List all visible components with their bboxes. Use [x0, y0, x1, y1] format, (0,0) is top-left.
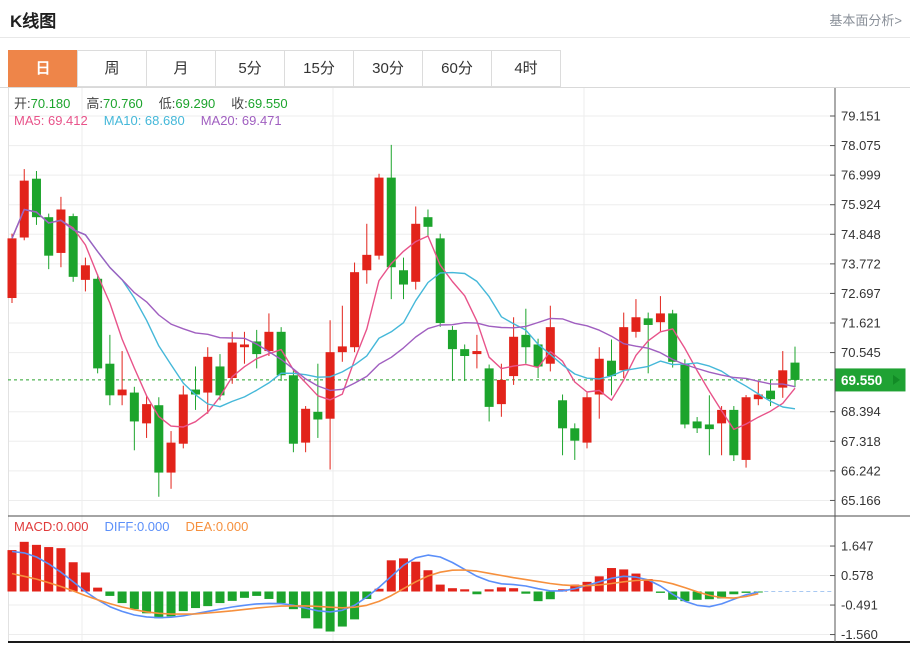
svg-text:1.647: 1.647	[841, 539, 874, 554]
page-title: K线图	[10, 7, 56, 32]
svg-text:-1.560: -1.560	[841, 627, 878, 642]
svg-text:73.772: 73.772	[841, 256, 881, 271]
svg-text:65.166: 65.166	[841, 493, 881, 508]
kline-chart-canvas[interactable]: 79.151 78.075 76.999 75.924 74.848 73.772 72.6…	[0, 88, 910, 646]
svg-text:78.075: 78.075	[841, 138, 881, 153]
ma20-line	[12, 210, 795, 391]
fundamental-analysis-link[interactable]: 基本面分析>	[829, 10, 902, 29]
tab-60min[interactable]: 60分	[422, 50, 492, 87]
svg-text:75.924: 75.924	[841, 197, 881, 212]
kline-widget: { "header": { "title": "K线图", "link": "基…	[0, 0, 910, 646]
svg-text:70.545: 70.545	[841, 345, 881, 360]
svg-text:72.697: 72.697	[841, 286, 881, 301]
tab-15min[interactable]: 15分	[284, 50, 354, 87]
grid-lines	[8, 88, 835, 642]
svg-text:71.621: 71.621	[841, 315, 881, 330]
svg-text:69.550: 69.550	[841, 373, 882, 388]
svg-text:68.394: 68.394	[841, 404, 881, 419]
pane-borders	[8, 88, 910, 642]
widget-header: K线图 基本面分析>	[0, 0, 910, 38]
svg-text:-0.491: -0.491	[841, 598, 878, 613]
svg-text:74.848: 74.848	[841, 227, 881, 242]
candlesticks	[8, 145, 800, 497]
tab-30min[interactable]: 30分	[353, 50, 423, 87]
svg-text:76.999: 76.999	[841, 168, 881, 183]
period-tab-bar: 日周月5分15分30分60分4时	[8, 50, 561, 87]
tab-day[interactable]: 日	[8, 50, 78, 87]
svg-text:0.578: 0.578	[841, 568, 874, 583]
tab-week[interactable]: 周	[77, 50, 147, 87]
tab-4hour[interactable]: 4时	[491, 50, 561, 87]
macd-histogram	[8, 542, 763, 632]
tab-5min[interactable]: 5分	[215, 50, 285, 87]
ma10-line	[12, 210, 795, 409]
svg-text:79.151: 79.151	[841, 109, 881, 124]
ma-lines	[12, 210, 795, 430]
current-price-tag: 69.550	[836, 368, 906, 391]
ma5-line	[12, 210, 795, 430]
svg-text:66.242: 66.242	[841, 463, 881, 478]
tab-month[interactable]: 月	[146, 50, 216, 87]
svg-text:67.318: 67.318	[841, 434, 881, 449]
